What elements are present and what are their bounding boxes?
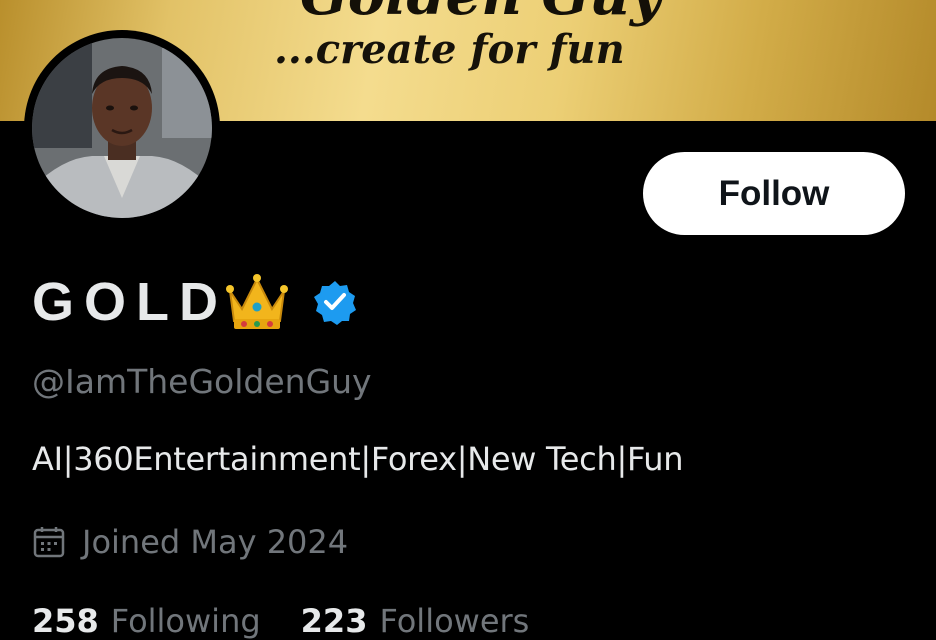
joined-date: Joined May 2024: [32, 523, 348, 561]
profile-avatar[interactable]: [24, 30, 220, 226]
crown-emoji-icon: [226, 274, 288, 329]
profile-bio: AI|360Entertainment|Forex|New Tech|Fun: [32, 440, 684, 478]
avatar-photo: [32, 38, 212, 218]
display-name: GOLD: [32, 272, 228, 332]
followers-count: 223: [300, 602, 368, 640]
following-label: Following: [110, 602, 261, 640]
banner-title: Golden Guy: [300, 0, 663, 28]
profile-stats: 258 Following 223 Followers: [32, 602, 569, 640]
name-row: GOLD: [32, 262, 358, 342]
follow-button[interactable]: Follow: [643, 152, 905, 235]
following-link[interactable]: 258 Following: [32, 602, 261, 640]
followers-label: Followers: [379, 602, 530, 640]
joined-text: Joined May 2024: [82, 523, 349, 561]
calendar-icon: [33, 527, 65, 558]
followers-link[interactable]: 223 Followers: [301, 602, 530, 640]
banner-tagline: ...create for fun: [274, 26, 625, 73]
profile-handle: @IamTheGoldenGuy: [32, 362, 372, 401]
verified-badge-icon[interactable]: [312, 279, 358, 325]
following-count: 258: [32, 602, 99, 640]
